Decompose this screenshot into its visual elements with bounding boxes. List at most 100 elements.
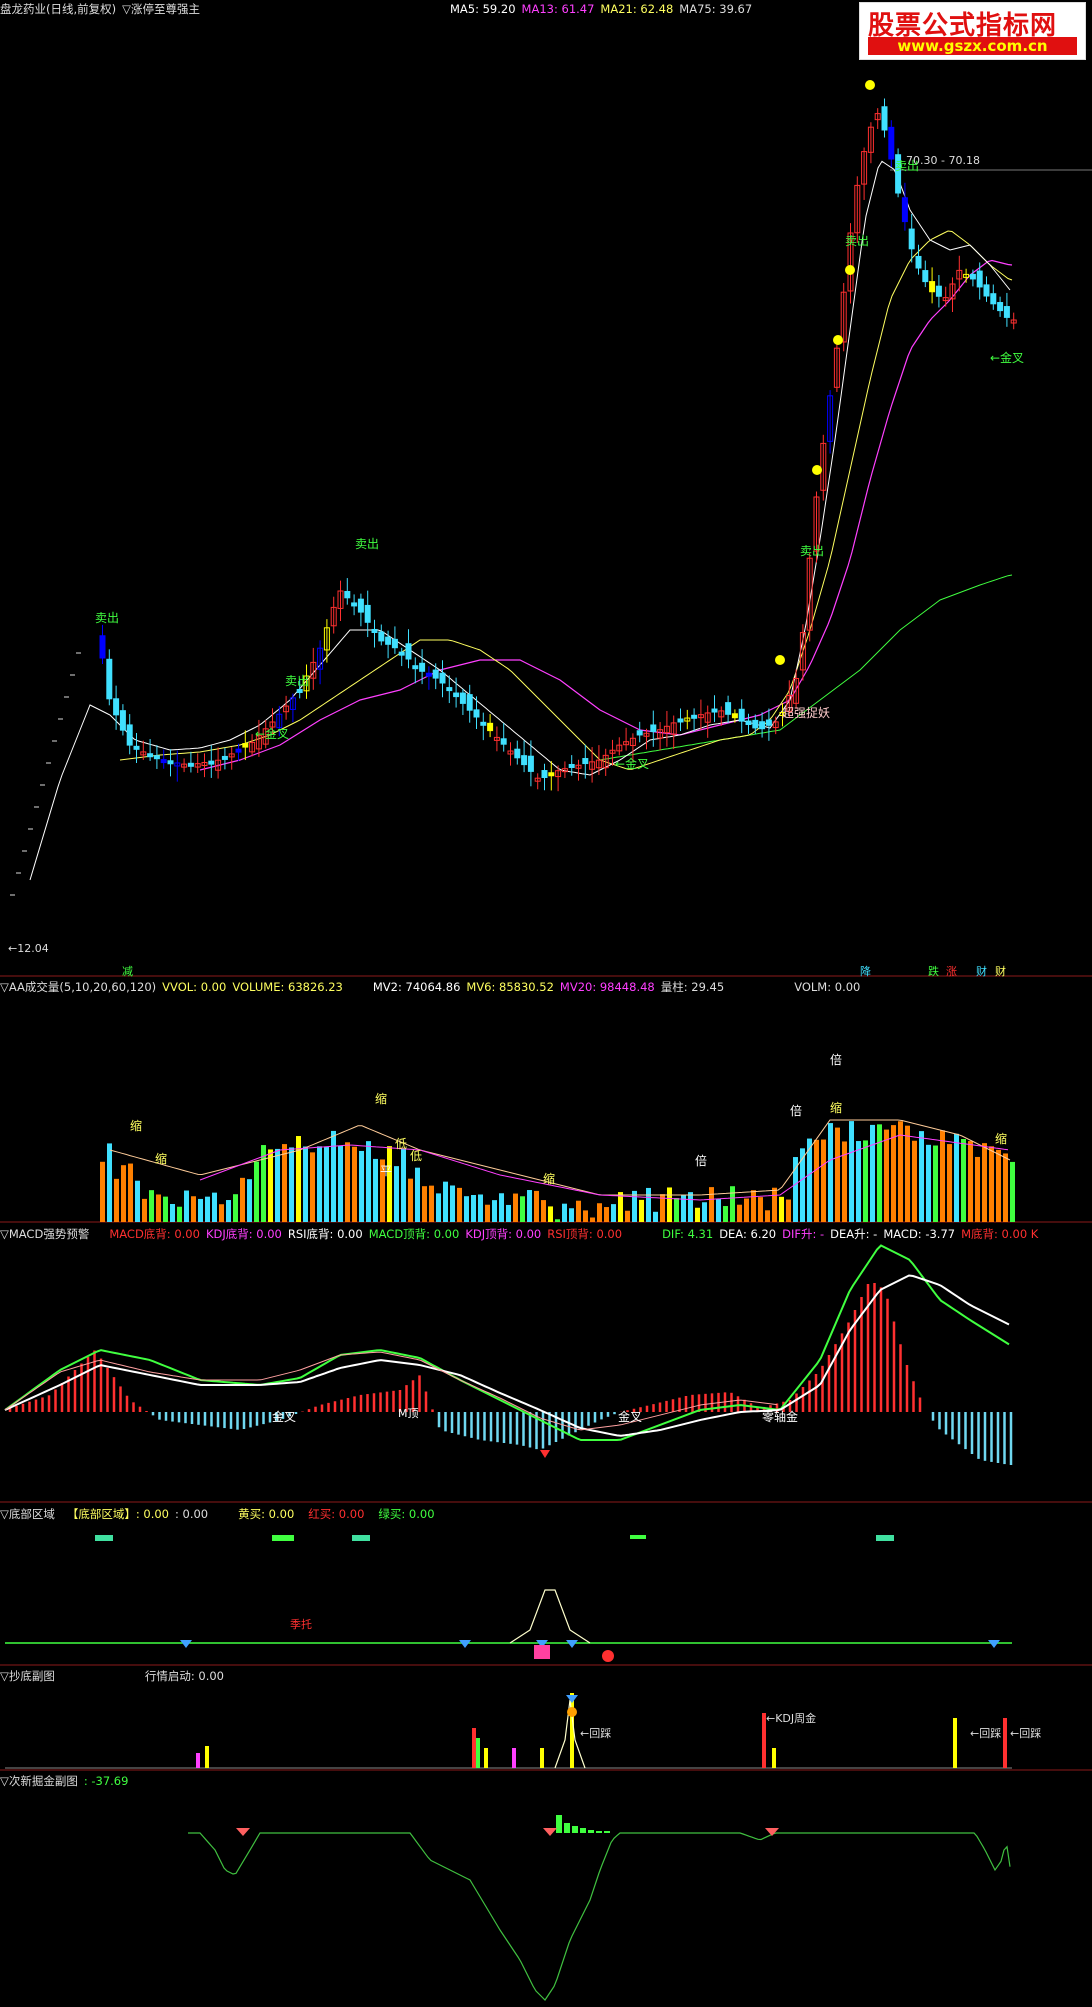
volume-bar bbox=[527, 1190, 532, 1222]
volume-bar bbox=[1003, 1153, 1008, 1222]
volume-bar bbox=[905, 1125, 910, 1222]
candle-body bbox=[425, 672, 432, 677]
cixin-bar bbox=[604, 1831, 610, 1833]
volume-bar bbox=[555, 1219, 560, 1222]
volume-value: VOLUME: 63826.23 bbox=[232, 980, 343, 994]
volume-bar bbox=[674, 1198, 679, 1222]
volume-bar bbox=[940, 1130, 945, 1222]
indicator-name[interactable]: ▽涨停至尊强主 bbox=[122, 2, 200, 16]
volume-bar bbox=[499, 1193, 504, 1222]
bottom-signal-block bbox=[352, 1535, 370, 1541]
candle-body bbox=[119, 710, 126, 731]
volume-bar bbox=[779, 1196, 784, 1222]
volume-bar bbox=[366, 1141, 371, 1222]
volume-bar bbox=[191, 1196, 196, 1222]
m-bottom-div: M底背: 0.00 K bbox=[961, 1227, 1039, 1241]
vol-shrink-label: 缩 bbox=[375, 1091, 387, 1106]
volume-bar bbox=[492, 1200, 497, 1222]
volume-bar bbox=[317, 1146, 322, 1222]
volume-bar bbox=[898, 1121, 903, 1222]
candle-body bbox=[439, 672, 446, 684]
volume-bar bbox=[163, 1196, 168, 1222]
volume-bar bbox=[919, 1131, 924, 1222]
volume-bar bbox=[520, 1196, 525, 1222]
dea-up: DEA升: - bbox=[830, 1227, 878, 1241]
volume-bar bbox=[765, 1210, 770, 1222]
macd-bottom-div: MACD底背: 0.00 bbox=[109, 1227, 200, 1241]
volume-bar bbox=[695, 1207, 700, 1222]
chaodi-dot bbox=[567, 1707, 577, 1717]
volume-bar bbox=[275, 1148, 280, 1222]
cixin-bar bbox=[596, 1831, 602, 1833]
start-value: 行情启动: 0.00 bbox=[144, 1669, 224, 1683]
macd-gold-cross-2: 金叉 bbox=[618, 1409, 642, 1424]
candle-body bbox=[935, 285, 942, 297]
bottom-red-block bbox=[534, 1645, 550, 1659]
ma13-value: MA13: 61.47 bbox=[521, 2, 595, 16]
volume-bar bbox=[583, 1210, 588, 1222]
candle-body bbox=[527, 755, 534, 772]
macd-m-top: M顶 bbox=[398, 1407, 419, 1420]
volume-bar bbox=[716, 1198, 721, 1222]
volume-bar bbox=[989, 1146, 994, 1222]
candle-body bbox=[731, 713, 738, 719]
vol-shrink-label: 缩 bbox=[130, 1118, 142, 1133]
candle-body bbox=[929, 281, 936, 293]
candle-body bbox=[412, 665, 419, 670]
window-title[interactable]: 盘龙药业(日线,前复权) bbox=[0, 2, 116, 16]
candle-body bbox=[242, 743, 249, 748]
volume-bar bbox=[506, 1204, 511, 1222]
cixin-indicator-name[interactable]: ▽次新掘金副图 bbox=[0, 1774, 78, 1788]
volume-bar bbox=[226, 1200, 231, 1222]
gold-cross-label: ←金叉 bbox=[990, 350, 1024, 365]
chaodi-indicator-name[interactable]: ▽抄底副图 bbox=[0, 1669, 55, 1683]
volume-bar bbox=[128, 1163, 133, 1222]
candle-body bbox=[419, 662, 426, 672]
candle-body bbox=[915, 255, 922, 269]
volume-indicator-name[interactable]: ▽AA成交量(5,10,20,60,120) bbox=[0, 980, 156, 994]
candle-body bbox=[113, 698, 120, 716]
candle-body bbox=[636, 730, 643, 736]
bottom-zone2-value: : 0.00 bbox=[174, 1507, 209, 1521]
volume-bar bbox=[373, 1158, 378, 1222]
kdj-week-label: ←KDJ周金 bbox=[766, 1711, 816, 1725]
red-buy-value: 红买: 0.00 bbox=[308, 1507, 365, 1521]
macd-indicator-name[interactable]: ▽MACD强势预警 bbox=[0, 1227, 89, 1241]
sell-label: 卖出 bbox=[285, 674, 309, 688]
bottom-tag: 降 bbox=[860, 964, 871, 978]
volume-bar bbox=[457, 1187, 462, 1222]
candle-body bbox=[691, 714, 698, 719]
macd-zero-gold: 零轴金 bbox=[762, 1409, 798, 1424]
sell-label: 卖出 bbox=[800, 544, 824, 558]
volume-bar bbox=[121, 1165, 126, 1222]
volume-bar bbox=[254, 1161, 259, 1222]
volume-bar bbox=[744, 1198, 749, 1222]
chaodi-bar bbox=[484, 1748, 488, 1768]
cixin-diamond-icon bbox=[765, 1828, 779, 1836]
ma21-value: MA21: 62.48 bbox=[600, 2, 674, 16]
vol-shrink-label: 缩 bbox=[543, 1171, 555, 1186]
volume-bar bbox=[604, 1207, 609, 1222]
mv20-value: MV20: 98448.48 bbox=[559, 980, 655, 994]
volume-bar bbox=[135, 1180, 140, 1222]
cixin-bar bbox=[572, 1826, 578, 1833]
volume-bar bbox=[198, 1198, 203, 1222]
bottom-red-dot bbox=[602, 1650, 614, 1662]
volume-bar bbox=[562, 1203, 567, 1222]
volume-bar bbox=[324, 1146, 329, 1222]
volume-bar bbox=[100, 1161, 105, 1222]
gold-cross-label: ←金叉 bbox=[255, 726, 289, 741]
huicai-label: ←回踩 bbox=[580, 1727, 611, 1740]
yellow-buy-value: 黄买: 0.00 bbox=[238, 1507, 295, 1521]
volume-bar bbox=[142, 1198, 147, 1222]
volume-bar bbox=[408, 1178, 413, 1222]
volume-bar bbox=[856, 1141, 861, 1222]
volume-bar bbox=[184, 1190, 189, 1222]
bottom-indicator-name[interactable]: ▽底部区域 bbox=[0, 1507, 55, 1521]
cixin-bar bbox=[564, 1823, 570, 1833]
candle-body bbox=[901, 197, 908, 223]
vol-shrink-label: 缩 bbox=[830, 1100, 842, 1115]
cixin-diamond-icon bbox=[236, 1828, 250, 1836]
cixin-bar bbox=[588, 1830, 594, 1833]
vvol-value: VVOL: 0.00 bbox=[162, 980, 227, 994]
